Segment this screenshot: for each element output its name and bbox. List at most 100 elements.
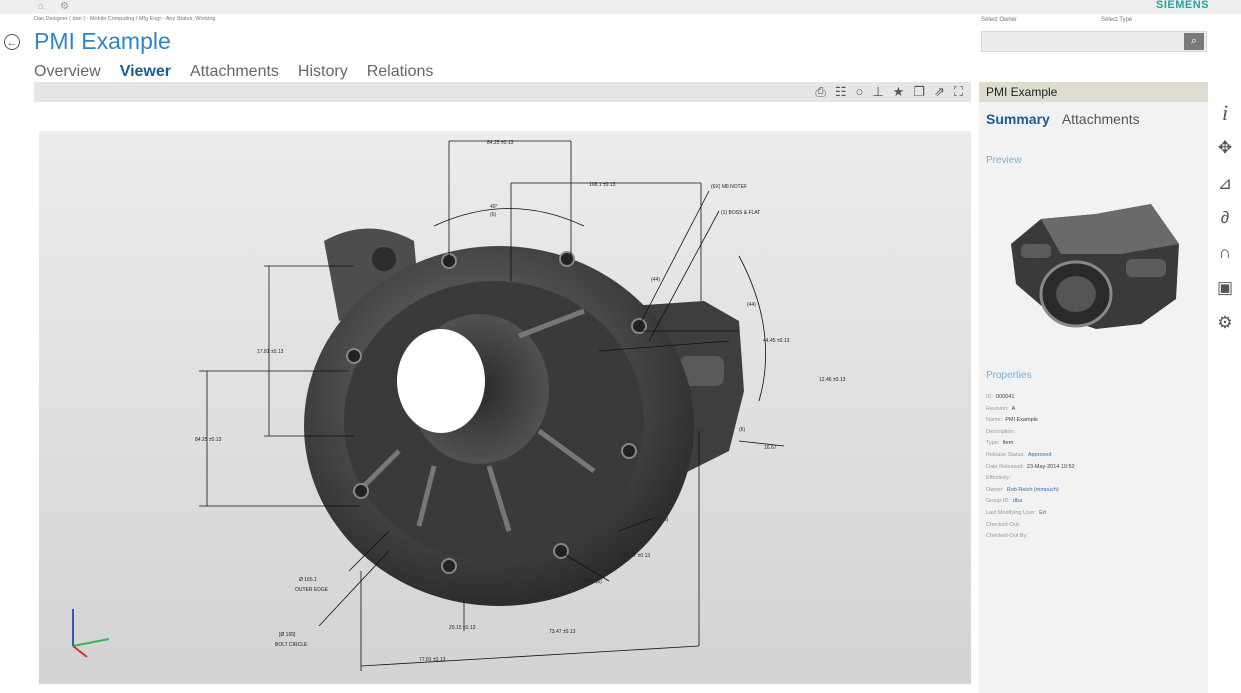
copy-icon[interactable]: ❐ bbox=[913, 84, 925, 100]
property-row: Group ID: dba bbox=[986, 496, 1075, 508]
home-icon[interactable]: ⌂ bbox=[38, 1, 44, 12]
share-icon[interactable]: ⇗ bbox=[934, 84, 945, 100]
circle-icon[interactable]: ○ bbox=[855, 84, 863, 100]
dim-label: 84.25 ±0.13 bbox=[195, 437, 222, 443]
dim-label: 77.81 ±0.13 bbox=[419, 657, 446, 663]
dim-label: [Ø 165] bbox=[279, 632, 296, 638]
model-view[interactable]: 84.25 ±0.13 40° (6) 108.1 ±0.13 (6X) M8 … bbox=[39, 131, 971, 684]
dim-label: 17.81 ±0.13 bbox=[257, 349, 284, 355]
property-row: Last Modifying User: Ed bbox=[986, 508, 1075, 520]
dim-label: 73.47 ±0.13 bbox=[549, 629, 576, 635]
property-key: Owner: bbox=[986, 486, 1004, 493]
dim-label: 40° bbox=[490, 204, 498, 210]
property-row: ID: 000041 bbox=[986, 392, 1075, 404]
ear-hole bbox=[372, 247, 396, 271]
dim-label: 44.45 ±0.13 bbox=[763, 338, 790, 344]
property-link[interactable]: dba bbox=[1013, 498, 1022, 504]
dim-label: (6) bbox=[739, 427, 745, 433]
property-row: Name: PMI Example bbox=[986, 415, 1075, 427]
property-row: Owner: Rob Reich (mmouch) bbox=[986, 485, 1075, 497]
property-key: Revision: bbox=[986, 405, 1009, 412]
dim-label: 30.5 (6) bbox=[651, 517, 669, 523]
property-row: Checked-Out: bbox=[986, 520, 1075, 532]
viewer-toolbar: ⎙ ☷ ○ ⊥ ★ ❐ ⇗ ⛶ bbox=[34, 82, 971, 102]
bore-opening bbox=[397, 329, 485, 433]
property-value: A bbox=[1011, 405, 1016, 412]
property-key: ID: bbox=[986, 394, 994, 400]
dim-label: (6X) M8 NOTEF bbox=[711, 184, 747, 190]
dim-label: Ø 165.1 bbox=[299, 577, 317, 583]
brand-logo: SIEMENS bbox=[1155, 0, 1209, 11]
property-row: Revision: A bbox=[986, 404, 1075, 416]
property-key: Release Status: bbox=[986, 451, 1025, 458]
magnet-icon[interactable]: ∩ bbox=[1212, 243, 1238, 263]
properties-list: ID: 000041 Revision: A Name: PMI Example De… bbox=[986, 392, 1075, 543]
property-key: Group ID: bbox=[986, 498, 1010, 505]
tab-attachments[interactable]: Attachments bbox=[190, 63, 279, 81]
summary-panel: PMI Example Summary Attachments Preview … bbox=[979, 82, 1208, 693]
print-icon[interactable]: ⎙ bbox=[815, 84, 825, 100]
select-type-label[interactable]: Select Type bbox=[1101, 17, 1132, 23]
move-icon[interactable]: ✥ bbox=[1212, 138, 1238, 158]
dim-label: 16.67 bbox=[764, 445, 777, 451]
image-icon[interactable]: ▣ bbox=[1212, 278, 1238, 298]
link-icon[interactable]: ∂ bbox=[1212, 208, 1238, 228]
property-key: Name: bbox=[986, 417, 1003, 424]
measure-icon[interactable]: ⊿ bbox=[1212, 174, 1238, 194]
tab-panel-attachments[interactable]: Attachments bbox=[1062, 111, 1140, 127]
property-key: Type: bbox=[986, 440, 1000, 447]
property-value: Item bbox=[1002, 440, 1014, 447]
property-value: 23-May-2014 10:52 bbox=[1026, 463, 1075, 470]
property-link[interactable]: Rob Reich (mmouch) bbox=[1007, 487, 1059, 493]
dim-label: 9.11 (6) bbox=[585, 579, 602, 585]
pin-icon[interactable]: ⊥ bbox=[872, 84, 883, 100]
3d-viewer[interactable]: 84.25 ±0.13 40° (6) 108.1 ±0.13 (6X) M8 … bbox=[39, 131, 971, 684]
tab-relations[interactable]: Relations bbox=[367, 63, 434, 81]
property-link[interactable]: Approved bbox=[1028, 452, 1052, 458]
page-title: PMI Example bbox=[34, 28, 171, 54]
top-bar: ⌂ ⚙ SIEMENS bbox=[0, 0, 1241, 14]
dim-label: OUTER EDGE bbox=[295, 587, 329, 593]
preview-image[interactable] bbox=[1001, 184, 1186, 344]
star-icon[interactable]: ★ bbox=[893, 84, 905, 100]
property-row: Effectivity: bbox=[986, 473, 1075, 485]
tab-history[interactable]: History bbox=[298, 63, 348, 81]
property-key: Last Modifying User: bbox=[986, 509, 1037, 516]
main-tabs: Overview Viewer Attachments History Rela… bbox=[34, 63, 433, 81]
dim-label: BOLT CIRCLE bbox=[275, 642, 308, 648]
dim-label: (6) bbox=[490, 212, 496, 218]
property-value: 000041 bbox=[996, 394, 1015, 400]
tab-summary[interactable]: Summary bbox=[986, 111, 1050, 127]
property-key: Description: bbox=[986, 428, 1016, 435]
dim-label: 12.46 ±0.13 bbox=[819, 377, 846, 383]
property-link[interactable]: Ed bbox=[1039, 510, 1046, 516]
dim-label: 108.27 ±0.13 bbox=[621, 553, 650, 559]
gear-icon[interactable]: ⚙ bbox=[60, 1, 69, 12]
dim-label: 84.25 ±0.13 bbox=[487, 140, 514, 146]
property-row: Type: Item bbox=[986, 438, 1075, 450]
dim-label: (44) bbox=[651, 277, 660, 283]
search-input[interactable]: ⌕ bbox=[981, 31, 1207, 52]
info-icon[interactable]: i bbox=[1212, 100, 1238, 126]
property-value: PMI Example bbox=[1005, 417, 1038, 424]
property-row: Checked-Out By: bbox=[986, 531, 1075, 543]
panel-header: PMI Example bbox=[979, 82, 1208, 102]
back-arrow-icon[interactable]: ← bbox=[4, 34, 20, 50]
table-icon[interactable]: ☷ bbox=[835, 84, 847, 100]
search-icon[interactable]: ⌕ bbox=[1184, 33, 1204, 50]
select-owner-label[interactable]: Select Owner bbox=[981, 17, 1017, 23]
preview-label: Preview bbox=[986, 155, 1022, 166]
dim-label: 20.15 ±0.13 bbox=[449, 625, 476, 631]
property-key: Effectivity: bbox=[986, 475, 1011, 482]
breadcrumb[interactable]: Dan Designer ( dan ) - Mobile Computing … bbox=[34, 16, 215, 22]
property-row: Description: bbox=[986, 427, 1075, 439]
properties-label: Properties bbox=[986, 370, 1032, 381]
xyz-axes-icon bbox=[72, 609, 110, 658]
tab-overview[interactable]: Overview bbox=[34, 63, 101, 81]
tab-viewer[interactable]: Viewer bbox=[120, 63, 171, 81]
property-row: Date Released: 23-May-2014 10:52 bbox=[986, 462, 1075, 474]
settings-icon[interactable]: ⚙ bbox=[1212, 313, 1238, 333]
fullscreen-icon[interactable]: ⛶ bbox=[954, 84, 963, 100]
dim-label: 108.1 ±0.13 bbox=[589, 182, 616, 188]
dim-label: (1) BOSS & FLAT bbox=[721, 210, 760, 216]
